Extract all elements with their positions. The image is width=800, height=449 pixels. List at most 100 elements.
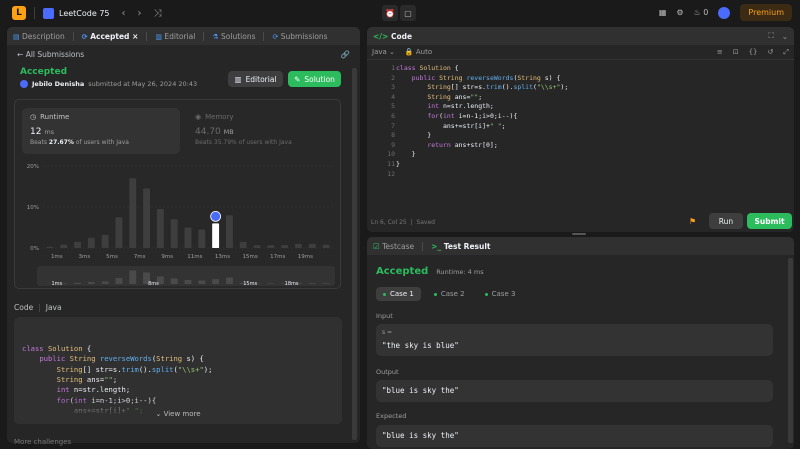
input-label: Input: [376, 312, 393, 320]
edit-icon: ✎: [294, 74, 301, 84]
close-tab-icon[interactable]: ×: [132, 32, 138, 41]
editor-code-line-5: int n=str.length;: [427, 102, 494, 111]
overview-label: 15ms: [243, 281, 257, 287]
back-to-submissions[interactable]: ← All Submissions: [17, 50, 84, 59]
layout-icon[interactable]: ▦: [659, 8, 667, 17]
resize-handle[interactable]: [572, 233, 586, 235]
notes-icon[interactable]: ▢: [400, 5, 416, 21]
link-icon[interactable]: 🔗: [341, 50, 350, 59]
checkbox-icon: ☑: [373, 241, 380, 251]
tab-testcase[interactable]: ☑ Testcase: [373, 242, 414, 251]
solution-button-label: Solution: [304, 74, 335, 84]
autocomplete-mode[interactable]: 🔒 Auto: [405, 48, 432, 56]
tab-code[interactable]: </> Code: [373, 32, 412, 41]
bar: [239, 241, 247, 248]
runtime-beats-prefix: Beats: [30, 139, 47, 146]
case-2-tab[interactable]: Case 2: [427, 287, 472, 301]
shuffle-icon[interactable]: ⤨: [154, 8, 162, 19]
output-value: "blue is sky the": [376, 380, 773, 402]
center-tools: ⏰ ▢: [382, 5, 416, 21]
tab-test-result[interactable]: >_ Test Result: [431, 242, 490, 251]
fullscreen-icon[interactable]: ⤢: [783, 48, 789, 57]
x-tick-label: 11ms: [187, 254, 202, 260]
overview-bar: [308, 283, 316, 284]
overview-bar: [322, 283, 330, 284]
chevron-down-icon[interactable]: ⌄: [782, 32, 788, 41]
solution-button[interactable]: ✎ Solution: [288, 71, 341, 87]
gear-icon[interactable]: ⚙: [676, 8, 683, 17]
runtime-card[interactable]: ◷ Runtime 12 ms Beats 27.67% of users wit…: [22, 108, 180, 154]
chip-icon: ◉: [195, 113, 202, 121]
submitted-code-line-5: int n=str.length;: [56, 385, 131, 395]
bar: [281, 245, 289, 248]
history-icon: ⟳: [272, 32, 279, 41]
back-label: All Submissions: [25, 50, 85, 59]
format-icon[interactable]: ≡: [717, 48, 723, 56]
view-more-button[interactable]: ⌄ View more: [14, 409, 342, 419]
problem-list-label: LeetCode 75: [59, 8, 110, 18]
bar: [170, 219, 178, 248]
code-input[interactable]: class Solution { public String reverseWo…: [396, 64, 568, 170]
test-result-panel: ☑ Testcase >_ Test Result Accepted Runti…: [367, 237, 794, 449]
overview-label: 18ms: [285, 281, 299, 287]
bar: [322, 244, 330, 248]
expand-icon[interactable]: ⛶: [768, 31, 773, 41]
premium-button[interactable]: Premium: [740, 4, 792, 21]
bar: [253, 245, 261, 248]
chevron-right-icon[interactable]: ›: [138, 8, 142, 19]
line-number: 6: [391, 111, 395, 120]
x-tick-label: 5ms: [106, 254, 118, 260]
tab-solutions[interactable]: ⚗ Solutions: [212, 32, 255, 41]
braces-icon[interactable]: {}: [749, 48, 758, 56]
submission-header: ← All Submissions 🔗: [7, 45, 360, 64]
input-value: "the sky is blue": [382, 341, 459, 350]
editor-code-line-4: String ans="";: [427, 92, 483, 101]
overview-bar: [87, 282, 95, 284]
top-right-tools: ▦ ⚙ ♨ 0 Premium: [659, 4, 792, 21]
right-scrollbar[interactable]: [788, 258, 793, 443]
case-3-tab[interactable]: Case 3: [478, 287, 523, 301]
runtime-beats-suffix: of users with Java: [75, 139, 129, 146]
tab-submissions[interactable]: ⟳ Submissions: [272, 32, 327, 41]
memory-card[interactable]: ◉ Memory 44.70 MB Beats 35.79% of users w…: [187, 108, 345, 154]
editor-code-line-8: }: [396, 131, 432, 140]
leetcode-logo-icon[interactable]: L: [12, 6, 26, 20]
chevron-left-icon[interactable]: ‹: [122, 8, 126, 19]
submit-button[interactable]: Submit: [747, 213, 792, 229]
tab-test-result-label: Test Result: [443, 241, 491, 251]
x-tick-label: 7ms: [134, 254, 146, 260]
y-tick-label: 20%: [27, 164, 39, 170]
case-3-label: Case 3: [491, 290, 516, 298]
debug-icon[interactable]: ⚑: [689, 217, 696, 226]
editor-code-line-2: public String reverseWords(String s) {: [411, 73, 561, 82]
tab-accepted[interactable]: ⟳ Accepted ×: [82, 32, 139, 41]
bar: [184, 227, 192, 248]
memory-label: Memory: [205, 113, 234, 121]
user-avatar[interactable]: [20, 80, 28, 88]
runtime-distribution-chart[interactable]: 20% 10% 0% 1ms 3ms 5ms 7ms 9ms 11ms 13ms 15ms 17ms 1…: [15, 158, 340, 288]
runtime-value: 12: [30, 127, 42, 137]
x-tick-label: 15ms: [243, 254, 258, 260]
line-numbers: 1 2 3 4 5 6 7 8 9 10 11 12: [367, 64, 395, 179]
left-scrollbar[interactable]: [352, 68, 357, 440]
reset-icon[interactable]: ↺: [768, 48, 774, 56]
timer-icon[interactable]: ⏰: [382, 5, 398, 21]
line-number: 8: [391, 131, 395, 140]
case-1-tab[interactable]: Case 1: [376, 287, 421, 301]
bookmark-icon[interactable]: ⊡: [733, 48, 739, 56]
editorial-icon: ▥: [155, 32, 162, 41]
editorial-button[interactable]: ▥ Editorial: [228, 71, 283, 87]
bar: [198, 229, 206, 248]
problem-list-button[interactable]: LeetCode 75: [43, 7, 110, 19]
streak-counter[interactable]: ♨ 0: [694, 8, 709, 17]
line-number: 10: [387, 150, 395, 159]
tab-description[interactable]: ▤ Description: [13, 32, 65, 41]
username[interactable]: Jebilo Denisha: [32, 80, 84, 88]
lock-icon: 🔒: [404, 48, 414, 56]
language-select[interactable]: Java ⌄: [372, 48, 395, 56]
avatar[interactable]: [718, 6, 731, 19]
x-tick-label: 19ms: [298, 254, 313, 260]
tab-editorial[interactable]: ▥ Editorial: [155, 32, 195, 41]
run-button[interactable]: Run: [709, 213, 743, 229]
bar: [143, 188, 151, 248]
